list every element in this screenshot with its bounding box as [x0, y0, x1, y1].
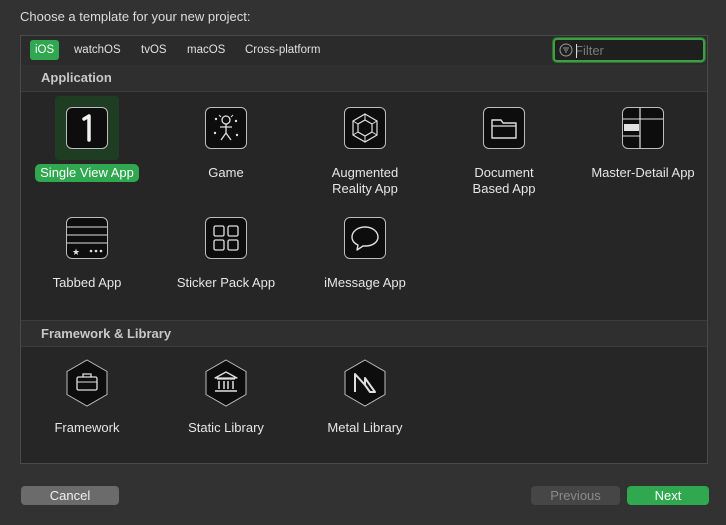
- tab-cross-platform[interactable]: Cross-platform: [240, 40, 325, 60]
- template-label: Master-Detail App: [591, 165, 695, 180]
- template-game[interactable]: Game: [166, 96, 286, 182]
- previous-button[interactable]: Previous: [531, 486, 620, 505]
- sticker-pack-icon: [205, 217, 247, 259]
- tab-ios[interactable]: iOS: [30, 40, 60, 60]
- template-metal-library[interactable]: Metal Library: [305, 351, 425, 437]
- template-label: Static Library: [188, 420, 264, 435]
- tab-macos[interactable]: macOS: [182, 40, 230, 60]
- filter-icon: [559, 43, 573, 57]
- next-button[interactable]: Next: [627, 486, 709, 505]
- augmented-reality-icon: [344, 107, 386, 149]
- svg-text:★: ★: [72, 248, 80, 258]
- template-framework[interactable]: Framework: [27, 351, 147, 437]
- metal-library-icon: [344, 359, 386, 407]
- template-static-library[interactable]: Static Library: [166, 351, 286, 437]
- tab-tvos[interactable]: tvOS: [136, 40, 172, 60]
- filter-input[interactable]: [575, 41, 697, 59]
- tab-watchos[interactable]: watchOS: [69, 40, 126, 60]
- document-based-icon: [483, 107, 525, 149]
- template-sticker-pack-app[interactable]: Sticker Pack App: [166, 206, 286, 292]
- template-label: Game: [208, 165, 244, 180]
- section-header-application: Application: [21, 65, 707, 92]
- template-document-based-app[interactable]: Document Based App: [444, 96, 564, 198]
- template-master-detail-app[interactable]: Master-Detail App: [583, 96, 703, 182]
- template-label: Framework: [54, 420, 120, 435]
- section-header-framework-library: Framework & Library: [21, 320, 707, 347]
- template-label: Document Based App: [472, 165, 536, 196]
- framework-icon: [66, 359, 108, 407]
- template-tabbed-app[interactable]: ★ Tabbed App: [27, 206, 147, 292]
- static-library-icon: [205, 359, 247, 407]
- tabbed-app-icon: ★: [66, 217, 108, 259]
- template-label: Single View App: [35, 164, 139, 182]
- filter-field[interactable]: [553, 38, 705, 62]
- imessage-icon: [344, 217, 386, 259]
- template-label: iMessage App: [324, 275, 406, 290]
- template-label: Sticker Pack App: [176, 275, 276, 290]
- template-label: Metal Library: [327, 420, 403, 435]
- template-augmented-reality-app[interactable]: Augmented Reality App: [305, 96, 425, 198]
- single-view-app-icon: [66, 107, 108, 149]
- master-detail-icon: [622, 107, 664, 149]
- text-cursor: [576, 44, 577, 58]
- template-imessage-app[interactable]: iMessage App: [305, 206, 425, 292]
- cancel-button[interactable]: Cancel: [21, 486, 119, 505]
- template-label: Augmented Reality App: [331, 165, 399, 196]
- template-single-view-app[interactable]: Single View App: [27, 96, 147, 182]
- dialog-prompt: Choose a template for your new project:: [20, 9, 251, 24]
- template-panel: iOS watchOS tvOS macOS Cross-platform Ap…: [20, 35, 708, 464]
- platform-tabbar: iOS watchOS tvOS macOS Cross-platform: [21, 36, 707, 66]
- template-label: Tabbed App: [52, 275, 122, 290]
- game-icon: [205, 107, 247, 149]
